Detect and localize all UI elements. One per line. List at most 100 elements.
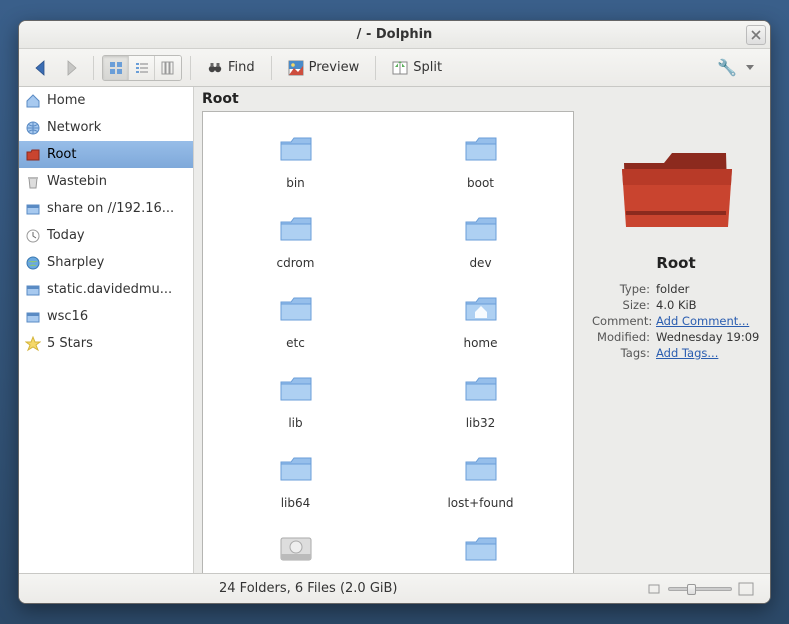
folder-label: lib — [288, 416, 302, 430]
sidebar-item-label: wsc16 — [47, 309, 88, 324]
settings-button[interactable]: 🔧 — [709, 54, 762, 82]
back-button[interactable] — [27, 54, 55, 82]
folder-item-11[interactable] — [388, 522, 573, 573]
split-button[interactable]: Split — [384, 54, 450, 82]
folder-lib64[interactable]: lib64 — [203, 442, 388, 522]
zoom-control — [648, 581, 754, 597]
columns-icon — [161, 61, 175, 75]
folder-label: home — [463, 336, 497, 350]
sidebar-item-sharpley[interactable]: Sharpley — [19, 249, 193, 276]
folder-icon — [460, 448, 502, 494]
forward-button[interactable] — [57, 54, 85, 82]
folder-home[interactable]: home — [388, 282, 573, 362]
sidebar-item-wastebin[interactable]: Wastebin — [19, 168, 193, 195]
folder-cdrom[interactable]: cdrom — [203, 202, 388, 282]
main-area: Root bin boot cdrom dev etc home lib lib32 lib64… — [194, 87, 582, 573]
clock-icon — [25, 228, 41, 244]
folder-lost+found[interactable]: lost+found — [388, 442, 573, 522]
zoom-thumb[interactable] — [687, 584, 696, 595]
info-folder-icon — [616, 141, 736, 240]
titlebar: / - Dolphin — [19, 21, 770, 49]
grid-icon — [109, 61, 123, 75]
home-icon — [25, 93, 41, 109]
sidebar-item-today[interactable]: Today — [19, 222, 193, 249]
close-button[interactable] — [746, 25, 766, 45]
sidebar-item-static-davidedmu-[interactable]: static.davidedmu... — [19, 276, 193, 303]
statusbar: 24 Folders, 6 Files (2.0 GiB) — [19, 573, 770, 603]
folder-label: lost+found — [447, 496, 513, 510]
trash-icon — [25, 174, 41, 190]
sidebar-item-label: Network — [47, 120, 101, 135]
folder-icon — [460, 208, 502, 254]
folder-lib32[interactable]: lib32 — [388, 362, 573, 442]
sidebar-item-label: Sharpley — [47, 255, 104, 270]
sidebar-item-share-on-192-16-[interactable]: share on //192.16... — [19, 195, 193, 222]
close-icon — [751, 30, 761, 40]
folder-view[interactable]: bin boot cdrom dev etc home lib lib32 lib64 lost+… — [202, 111, 574, 573]
sidebar-item-5-stars[interactable]: 5 Stars — [19, 330, 193, 357]
folder-item-10[interactable] — [203, 522, 388, 573]
folder-label: cdrom — [277, 256, 315, 270]
preview-button[interactable]: Preview — [280, 54, 368, 82]
info-tags-key: Tags: — [592, 346, 650, 360]
folder-icon — [275, 528, 317, 573]
separator — [375, 56, 376, 80]
share-icon — [25, 282, 41, 298]
preview-label: Preview — [309, 60, 360, 75]
sidebar-item-network[interactable]: Network — [19, 114, 193, 141]
zoom-slider[interactable] — [668, 587, 732, 591]
folder-dev[interactable]: dev — [388, 202, 573, 282]
folder-icon — [275, 368, 317, 414]
info-name: Root — [656, 254, 695, 272]
globe-icon — [25, 255, 41, 271]
view-icons-button[interactable] — [103, 56, 129, 80]
toolbar: Find Preview Split 🔧 — [19, 49, 770, 87]
sidebar-item-label: 5 Stars — [47, 336, 93, 351]
info-size-val: 4.0 KiB — [656, 298, 760, 312]
folder-label: lib32 — [466, 416, 496, 430]
share-icon — [25, 201, 41, 217]
sidebar-item-home[interactable]: Home — [19, 87, 193, 114]
view-columns-button[interactable] — [155, 56, 181, 80]
folder-label: dev — [469, 256, 491, 270]
find-button[interactable]: Find — [199, 54, 263, 82]
sidebar-item-label: Today — [47, 228, 85, 243]
folder-lib[interactable]: lib — [203, 362, 388, 442]
list-icon — [135, 61, 149, 75]
info-size-key: Size: — [592, 298, 650, 312]
zoom-out-icon[interactable] — [648, 582, 662, 596]
separator — [190, 56, 191, 80]
preview-icon — [288, 60, 304, 76]
folder-icon — [275, 288, 317, 334]
view-details-button[interactable] — [129, 56, 155, 80]
places-sidebar[interactable]: Home Network Root Wastebin share on //192.16… — [19, 87, 194, 573]
folder-label: etc — [286, 336, 305, 350]
info-modified-key: Modified: — [592, 330, 650, 344]
info-panel: Root Type:folder Size:4.0 KiB Comment:Ad… — [582, 87, 770, 573]
folder-icon — [460, 368, 502, 414]
sidebar-item-wsc16[interactable]: wsc16 — [19, 303, 193, 330]
sidebar-item-label: Wastebin — [47, 174, 107, 189]
info-tags-link[interactable]: Add Tags... — [656, 346, 760, 360]
info-comment-link[interactable]: Add Comment... — [656, 314, 760, 328]
arrow-right-icon — [61, 58, 81, 78]
sidebar-item-label: Home — [47, 93, 85, 108]
sidebar-item-label: static.davidedmu... — [47, 282, 172, 297]
binoculars-icon — [207, 60, 223, 76]
zoom-in-icon[interactable] — [738, 581, 754, 597]
share-icon — [25, 309, 41, 325]
find-label: Find — [228, 60, 255, 75]
sidebar-item-root[interactable]: Root — [19, 141, 193, 168]
dolphin-window: / - Dolphin Find — [18, 20, 771, 604]
folder-label: boot — [467, 176, 494, 190]
folder-label: lib64 — [281, 496, 311, 510]
separator — [271, 56, 272, 80]
folder-icon — [275, 448, 317, 494]
info-modified-val: Wednesday 19:09 — [656, 330, 760, 344]
folder-icon — [460, 128, 502, 174]
location-path: Root — [194, 87, 582, 111]
folder-boot[interactable]: boot — [388, 122, 573, 202]
folder-etc[interactable]: etc — [203, 282, 388, 362]
folder-bin[interactable]: bin — [203, 122, 388, 202]
folder-icon — [275, 208, 317, 254]
